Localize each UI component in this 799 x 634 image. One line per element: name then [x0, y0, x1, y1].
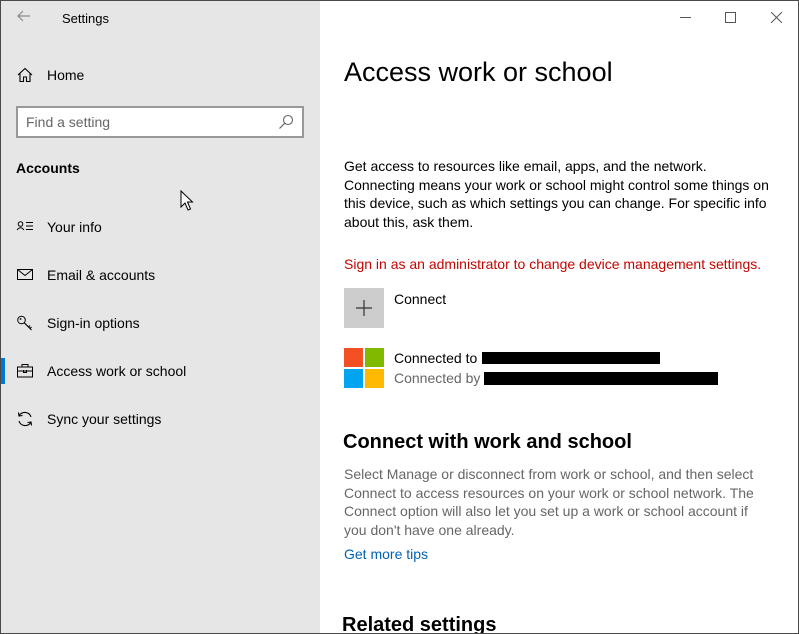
- connect-section-title: Connect with work and school: [343, 431, 632, 453]
- account-connected-to: Connected to: [394, 350, 478, 366]
- nav-home[interactable]: Home: [1, 59, 320, 91]
- work-account-item[interactable]: Connected to Connected by: [344, 348, 774, 390]
- redaction-bar: [484, 372, 718, 385]
- sidebar-item-your-info[interactable]: Your info: [1, 208, 320, 246]
- sync-icon: [17, 411, 33, 427]
- search-input[interactable]: [26, 113, 266, 131]
- sidebar-item-access-work-or-school[interactable]: Access work or school: [1, 352, 320, 390]
- section-title: Accounts: [16, 160, 80, 176]
- redaction-bar: [482, 352, 660, 364]
- sidebar-item-label: Your info: [47, 219, 102, 235]
- admin-warning-text: Sign in as an administrator to change de…: [344, 256, 762, 272]
- close-button[interactable]: [754, 1, 798, 33]
- sidebar-item-label: Sync your settings: [47, 411, 162, 427]
- connect-section-description: Select Manage or disconnect from work or…: [344, 466, 754, 538]
- sidebar-item-email-accounts[interactable]: Email & accounts: [1, 256, 320, 294]
- sidebar: Settings Home Accounts Your info Email &…: [1, 1, 320, 633]
- briefcase-icon: [17, 364, 33, 378]
- sidebar-item-label: Email & accounts: [47, 267, 156, 283]
- plus-icon: [356, 300, 372, 316]
- back-arrow-icon: [17, 10, 30, 22]
- search-box[interactable]: [16, 106, 304, 138]
- settings-window: Settings Home Accounts Your info Email &…: [0, 0, 799, 634]
- microsoft-logo-icon: [344, 348, 384, 388]
- connect-tile: [344, 288, 384, 328]
- main-content: Access work or school Get access to reso…: [320, 1, 798, 634]
- contact-card-icon: [16, 221, 33, 231]
- maximize-button[interactable]: [708, 1, 754, 33]
- sidebar-item-sync-your-settings[interactable]: Sync your settings: [1, 400, 320, 438]
- mail-icon: [17, 269, 33, 280]
- sidebar-item-sign-in-options[interactable]: Sign-in options: [1, 304, 320, 342]
- page-title: Access work or school: [344, 57, 613, 87]
- minimize-icon: [680, 17, 691, 18]
- connect-label: Connect: [394, 291, 447, 307]
- minimize-button[interactable]: [663, 1, 709, 33]
- maximize-icon: [725, 12, 736, 23]
- key-icon: [17, 315, 32, 331]
- related-settings-title: Related settings: [342, 614, 497, 634]
- connect-button[interactable]: Connect: [344, 288, 544, 328]
- sidebar-item-label: Sign-in options: [47, 315, 140, 331]
- account-connected-by: Connected by: [394, 370, 481, 386]
- home-label: Home: [47, 67, 85, 83]
- get-more-tips-link[interactable]: Get more tips: [344, 546, 428, 562]
- close-icon: [771, 12, 782, 23]
- selection-indicator: [1, 358, 5, 384]
- back-button[interactable]: [13, 7, 35, 29]
- search-icon[interactable]: [278, 114, 294, 130]
- page-description: Get access to resources like email, apps…: [344, 158, 769, 230]
- sidebar-item-label: Access work or school: [47, 363, 187, 379]
- home-icon: [17, 67, 33, 83]
- app-title: Settings: [62, 11, 109, 26]
